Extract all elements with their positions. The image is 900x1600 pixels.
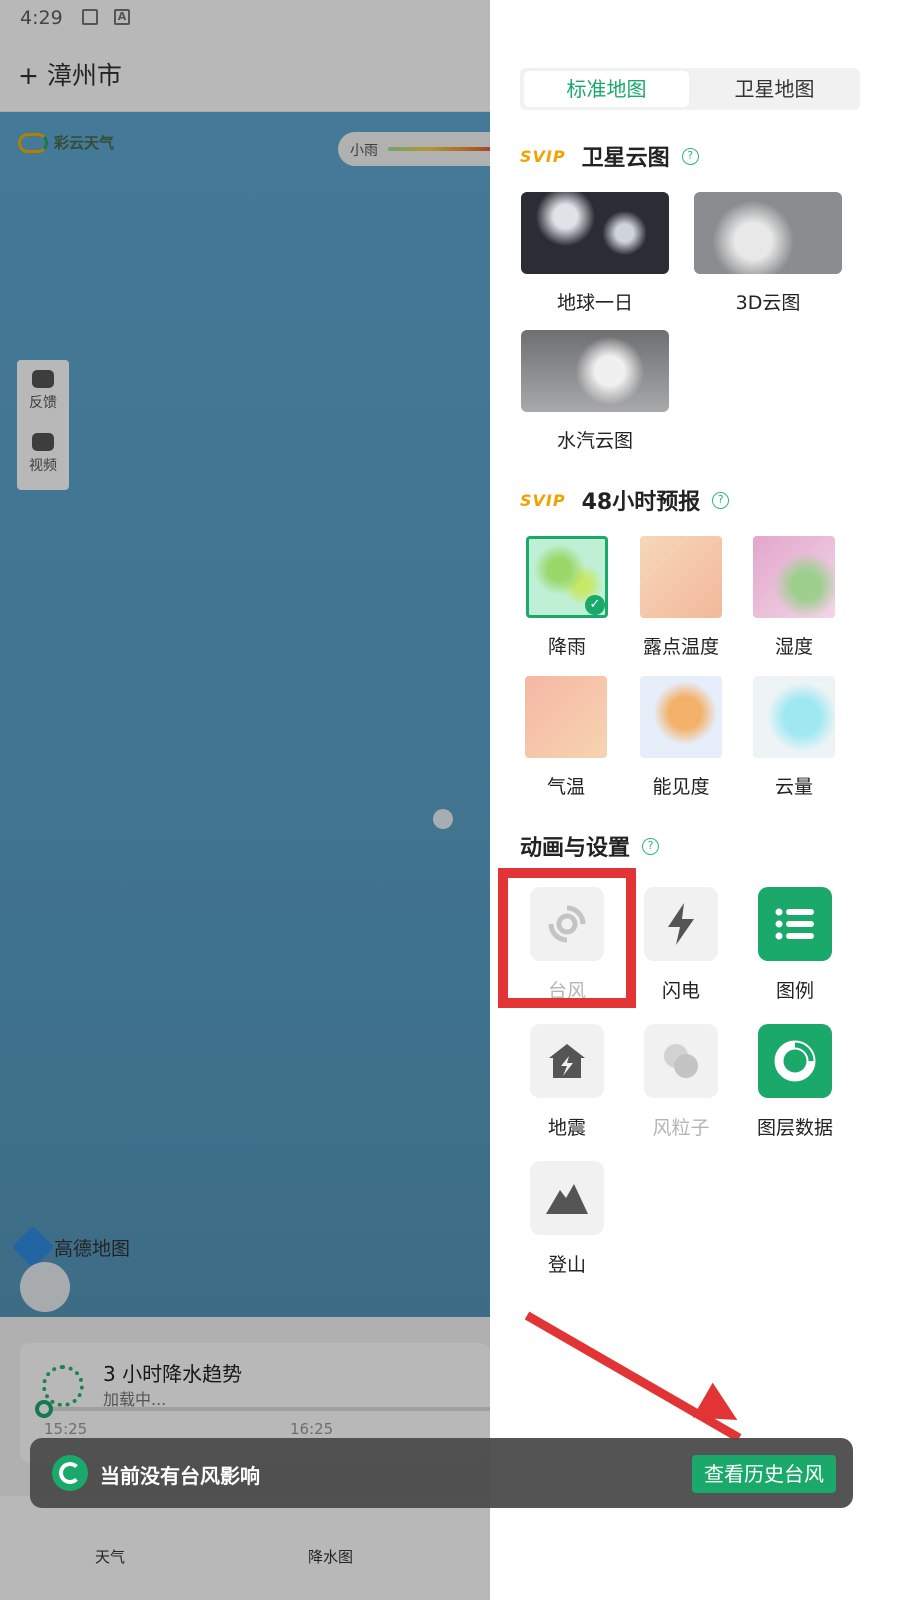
- settings-section-label: 动画与设置: [520, 836, 631, 861]
- list-icon: [775, 908, 814, 940]
- wind-particle-label: 风粒子: [652, 1117, 710, 1139]
- visibility-thumbnail[interactable]: [640, 676, 722, 758]
- 3d-cloud-label: 3D云图: [735, 292, 801, 314]
- mountain-icon: [546, 1184, 588, 1214]
- visibility-label: 能见度: [652, 776, 710, 798]
- earth-day-thumbnail[interactable]: [521, 192, 669, 274]
- satellite-section-title: SVIP 卫星云图 ?: [520, 140, 699, 172]
- typhoon-toast: 当前没有台风影响 查看历史台风: [30, 1438, 853, 1508]
- rain-layer-label: 降雨: [547, 636, 586, 658]
- check-icon: ✓: [585, 595, 605, 615]
- map-layer-drawer: 标准地图 卫星地图 SVIP 卫星云图 ? 地球一日 3D云图 水汽云图 SVI…: [490, 0, 900, 1600]
- layer-data-toggle[interactable]: [758, 1024, 832, 1098]
- lightning-icon: [668, 903, 694, 945]
- dew-point-label: 露点温度: [642, 636, 719, 658]
- rain-layer-thumbnail[interactable]: ✓: [526, 536, 608, 618]
- help-icon[interactable]: ?: [681, 147, 699, 165]
- earth-day-label: 地球一日: [556, 292, 633, 314]
- earthquake-label: 地震: [547, 1117, 586, 1139]
- 3d-cloud-thumbnail[interactable]: [694, 192, 842, 274]
- help-icon-3[interactable]: ?: [642, 837, 660, 855]
- particles-icon: [664, 1044, 698, 1078]
- dim-overlay[interactable]: [0, 0, 490, 1600]
- help-icon-2[interactable]: ?: [712, 491, 730, 509]
- lightning-label: 闪电: [661, 980, 700, 1002]
- layer-data-label: 图层数据: [756, 1117, 833, 1139]
- background-app: + 漳州市 彩云天气 小雨 反馈 视频 高德地图 3 小时降水趋势 加载中...…: [0, 0, 490, 1600]
- temperature-thumbnail[interactable]: [525, 676, 607, 758]
- tab-standard-map[interactable]: 标准地图: [524, 71, 689, 107]
- wind-particle-toggle[interactable]: [644, 1024, 718, 1098]
- legend-toggle[interactable]: [758, 887, 832, 961]
- forecast-section-label: 48小时预报: [581, 490, 701, 515]
- hiking-toggle[interactable]: [530, 1161, 604, 1235]
- svip-badge-2: SVIP: [520, 490, 566, 510]
- history-typhoon-button[interactable]: 查看历史台风: [692, 1455, 836, 1493]
- svip-badge: SVIP: [520, 146, 566, 166]
- cloud-cover-label: 云量: [774, 776, 813, 798]
- satellite-section-label: 卫星云图: [581, 146, 670, 171]
- cloud-cover-thumbnail[interactable]: [753, 676, 835, 758]
- toast-message: 当前没有台风影响: [100, 1464, 260, 1488]
- temperature-label: 气温: [546, 776, 585, 798]
- water-vapor-label: 水汽云图: [556, 430, 633, 452]
- map-type-switch: 标准地图 卫星地图: [520, 68, 860, 110]
- typhoon-badge-icon: [52, 1455, 88, 1491]
- status-time: 4:29: [20, 7, 63, 29]
- humidity-label: 湿度: [774, 636, 813, 658]
- lightning-toggle[interactable]: [644, 887, 718, 961]
- settings-section-title: 动画与设置 ?: [520, 830, 660, 862]
- forecast-section-title: SVIP 48小时预报 ?: [520, 484, 730, 516]
- earthquake-toggle[interactable]: [530, 1024, 604, 1098]
- tab-satellite-map[interactable]: 卫星地图: [692, 71, 857, 107]
- a-notification-icon: A: [114, 9, 130, 25]
- highlight-box: [498, 868, 636, 1008]
- legend-label: 图例: [775, 980, 814, 1002]
- image-notification-icon: [82, 9, 98, 25]
- dew-point-thumbnail[interactable]: [640, 536, 722, 618]
- house-quake-icon: [549, 1044, 585, 1078]
- ring-chart-icon: [774, 1040, 816, 1082]
- water-vapor-thumbnail[interactable]: [521, 330, 669, 412]
- humidity-thumbnail[interactable]: [753, 536, 835, 618]
- hiking-label: 登山: [547, 1254, 586, 1276]
